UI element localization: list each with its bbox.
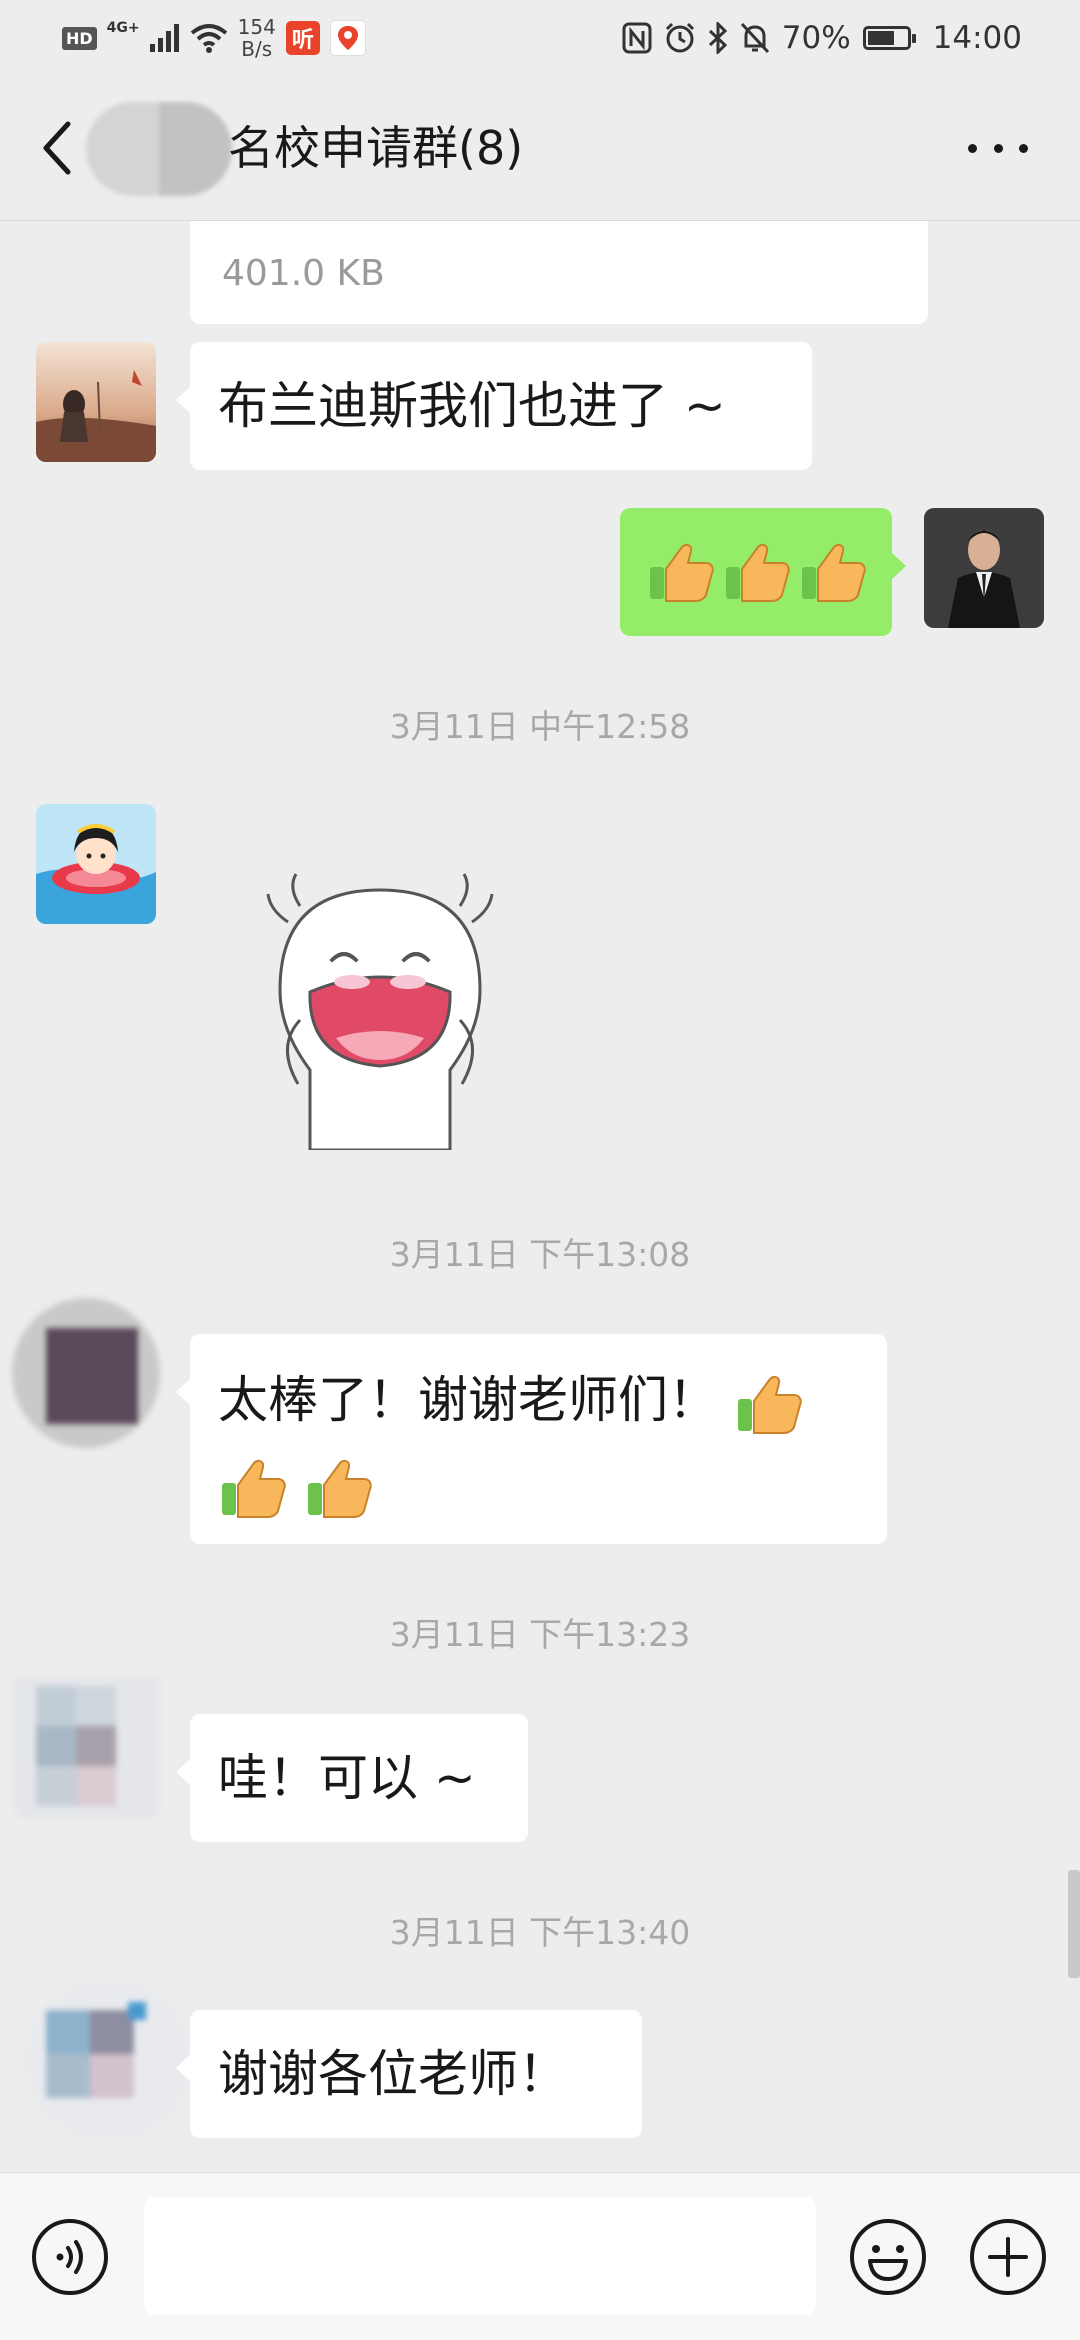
bluetooth-icon: [708, 22, 727, 54]
message-bubble[interactable]: 布兰迪斯我们也进了 ~: [176, 342, 812, 470]
thumbs-up-icon: [650, 543, 714, 602]
scrollbar-thumb[interactable]: [1068, 1870, 1080, 1978]
avatar-blurred[interactable]: [14, 1676, 160, 1818]
back-arrow-icon: [43, 121, 71, 175]
avatar-cartoon-girl[interactable]: [36, 804, 156, 924]
chat-header: 名校申请群(8): [0, 76, 1080, 221]
thumbs-up-icon: [802, 543, 866, 602]
thumbs-row: [646, 537, 868, 607]
more-icon: [968, 143, 977, 153]
alarm-icon: [665, 22, 694, 53]
my-avatar[interactable]: [924, 508, 1044, 628]
speed-value: 154: [237, 15, 276, 39]
back-button[interactable]: [36, 116, 80, 180]
voice-icon: [32, 2219, 108, 2295]
timestamp: 3月11日 下午13:23: [389, 1615, 691, 1654]
timestamp: 3月11日 下午13:08: [389, 1235, 691, 1274]
message-input[interactable]: [144, 2197, 816, 2315]
nfc-icon: [622, 22, 652, 54]
message-bubble[interactable]: 太棒了！谢谢老师们！: [176, 1334, 887, 1544]
page-title: 名校申请群(8): [228, 121, 524, 175]
hd-indicator: HD: [62, 26, 97, 50]
avatar-girl-field[interactable]: [36, 342, 156, 462]
file-size: 401.0 KB: [222, 253, 385, 294]
avatar-blurred[interactable]: [20, 1968, 196, 2144]
message-list[interactable]: 401.0 KB 布兰迪斯我们也进了 ~ 3月11日 中午12:58 3月11日…: [0, 220, 1080, 2172]
timestamp: 3月11日 中午12:58: [389, 707, 691, 746]
network-speed: 154 B/s: [238, 16, 276, 60]
more-button[interactable]: [968, 128, 1028, 168]
speed-unit: B/s: [241, 37, 273, 61]
wifi-icon: [190, 24, 227, 53]
input-bar: [0, 2172, 1080, 2340]
thumbs-up-icon: [222, 1459, 286, 1518]
blurred-title-prefix: [86, 102, 232, 196]
thumbs-up-icon: [737, 1375, 802, 1434]
wechat-chat-screen: HD 4G+ 154 B/s 听 70% 14:00 名校申请群(8) 401.…: [0, 0, 1080, 2340]
message-text: 布兰迪斯我们也进了 ~: [218, 377, 726, 435]
plus-icon: [970, 2219, 1046, 2295]
map-notification-icon: [329, 20, 366, 56]
status-bar: HD 4G+ 154 B/s 听 70% 14:00: [0, 0, 1080, 76]
clock: 14:00: [932, 20, 1022, 56]
battery-percent: 70%: [781, 20, 851, 56]
app-notification-icon: 听: [285, 21, 320, 55]
signal-icon: [149, 24, 179, 52]
my-message-bubble[interactable]: [620, 508, 906, 636]
message-text: 谢谢各位老师！: [218, 2045, 568, 2103]
network-type: 4G+: [106, 20, 140, 36]
emoji-icon: [850, 2219, 926, 2295]
voice-button[interactable]: [30, 2217, 110, 2297]
message-text: 哇！可以 ~: [218, 1749, 476, 1807]
thumbs-up-icon: [307, 1459, 372, 1518]
file-message[interactable]: 401.0 KB: [190, 220, 928, 324]
emoji-button[interactable]: [848, 2217, 928, 2297]
battery-icon: [862, 26, 916, 50]
message-text: 太棒了！谢谢老师们！: [218, 1371, 718, 1429]
more-functions-button[interactable]: [968, 2217, 1048, 2297]
thumbs-up-icon: [726, 543, 790, 602]
timestamp: 3月11日 下午13:40: [389, 1913, 691, 1952]
message-bubble[interactable]: 谢谢各位老师！: [176, 2010, 642, 2138]
mute-icon: [740, 22, 769, 54]
avatar-blurred[interactable]: [12, 1298, 160, 1448]
message-bubble[interactable]: 哇！可以 ~: [176, 1714, 528, 1842]
sticker-laughing[interactable]: [240, 850, 520, 1152]
status-left: HD 4G+ 154 B/s 听: [62, 14, 366, 62]
status-right: 70% 14:00: [622, 14, 1022, 62]
